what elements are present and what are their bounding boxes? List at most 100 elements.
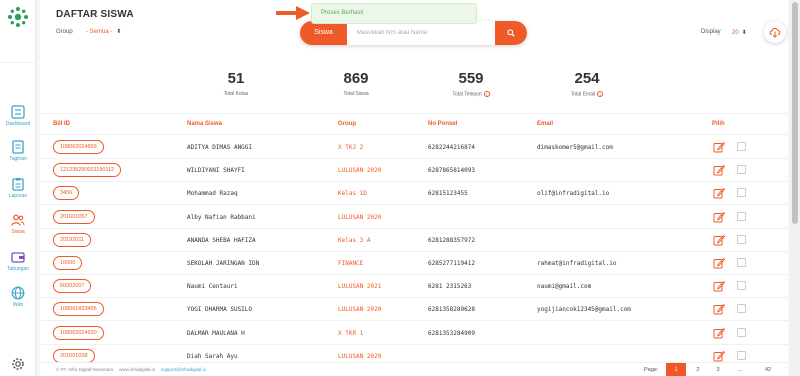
row-select-checkbox[interactable] [737, 304, 746, 314]
edit-icon[interactable] [713, 211, 725, 223]
row-select-checkbox[interactable] [737, 165, 746, 175]
table-row: 60002007 Naumi Centauri LULUSAN 2021 6281 2… [40, 275, 788, 299]
download-button[interactable] [764, 21, 786, 43]
edit-icon[interactable] [713, 280, 725, 292]
student-group: X TKJ 2 [338, 144, 364, 151]
wallet-icon [11, 252, 25, 263]
sidebar-item-dashboard[interactable]: Dashboard [0, 105, 36, 127]
column-header-group: Group [338, 121, 356, 127]
stat-value: 559 [458, 70, 484, 87]
search-button[interactable] [495, 21, 527, 45]
page-button-1[interactable]: 1 [666, 363, 686, 376]
student-group: LULUSAN 2020 [338, 306, 382, 314]
gear-icon[interactable] [11, 357, 25, 371]
student-phone: 6287865814093 [428, 167, 475, 175]
column-header-bill-id: Bill ID [53, 121, 71, 127]
row-select-checkbox[interactable] [737, 188, 746, 198]
student-group: LULUSAN 2021 [338, 283, 382, 291]
edit-icon[interactable] [713, 257, 725, 269]
column-header-nama-siswa: Nama Siswa [187, 121, 223, 127]
page-button-3[interactable]: 3 [708, 363, 728, 376]
edit-icon[interactable] [713, 234, 725, 246]
row-select-checkbox[interactable] [737, 211, 746, 221]
updown-caret-icon: ⬍ [116, 29, 122, 35]
group-filter-label: Group [56, 29, 73, 35]
edit-icon[interactable] [713, 141, 725, 153]
bill-id-badge[interactable]: 3456 [53, 186, 80, 201]
student-group: LULUSAN 2020 [338, 352, 382, 360]
search-type-tab[interactable]: Siswa [300, 21, 347, 45]
info-icon[interactable]: i [483, 91, 490, 97]
row-select-checkbox[interactable] [737, 258, 746, 267]
row-select-checkbox[interactable] [737, 142, 746, 151]
bill-id-badge[interactable]: 201601038 [53, 348, 95, 363]
support-email-link[interactable]: support@infradigital.io [161, 367, 206, 372]
student-phone: 6281 2315263 [428, 283, 472, 291]
student-email: naumi@gmail.com [537, 283, 592, 291]
page-button-last[interactable]: 42 [758, 363, 778, 376]
sidebar-divider [0, 62, 36, 63]
stat-total-siswa: 869 Total Siswa [306, 70, 406, 97]
row-select-checkbox[interactable] [737, 327, 746, 337]
stat-total-email: 254 Total Email i [537, 70, 637, 97]
website-link[interactable]: www.infradigital.io [119, 367, 155, 372]
sidebar-item-siswa[interactable]: Siswa [0, 213, 36, 235]
sidebar-item-web[interactable]: Web [0, 286, 36, 308]
display-count-label: Display [701, 29, 721, 35]
bill-id-badge[interactable]: 108062024920 [53, 325, 104, 340]
bill-id-badge[interactable]: 20192011 [53, 232, 92, 247]
bill-id-badge[interactable]: 108062024893 [53, 140, 104, 154]
bill-id-badge[interactable]: 12123529000119011​2 [53, 163, 122, 178]
edit-icon[interactable] [713, 327, 725, 339]
bill-id-badge[interactable]: 60002007 [53, 279, 92, 294]
column-header-no-ponsel: No Ponsel [428, 121, 458, 127]
group-filter-value: - Semua - [86, 29, 113, 35]
student-name: YOGI DHARMA SUSILO [187, 306, 253, 314]
edit-icon[interactable] [713, 303, 725, 315]
student-phone: 62815123455 [428, 190, 468, 198]
search-icon [507, 29, 515, 37]
edit-icon[interactable] [713, 187, 725, 199]
student-name: DALMAR MAULANA H [187, 329, 245, 337]
arrow-right-icon [276, 6, 310, 20]
page-title: DAFTAR SISWA [56, 9, 134, 20]
table-row: 12123529000119011​2 WILDIYANI SHAYFI LULUS… [40, 159, 788, 183]
search-input[interactable] [347, 21, 495, 45]
sidebar-item-tabungan[interactable]: Tabungan [0, 250, 36, 272]
student-email: dimaskomer5@gmail.com [537, 144, 613, 151]
pagination-label: Page: [644, 367, 659, 373]
row-select-checkbox[interactable] [737, 281, 746, 291]
student-name: SEKOLAH JARINGAN IDN [187, 260, 260, 267]
student-group: Kelas 1D [338, 190, 367, 198]
row-select-checkbox[interactable] [737, 234, 746, 244]
group-filter-select[interactable]: - Semua - ⬍ [86, 28, 121, 35]
bill-id-badge[interactable]: 10000 [53, 256, 83, 270]
dashboard-icon [11, 105, 25, 119]
sidebar-item-tagihan[interactable]: Tagihan [0, 140, 36, 162]
footer-info: © PT. Infra Digital Nusantara www.infradi… [56, 367, 206, 372]
edit-icon[interactable] [713, 350, 725, 362]
edit-icon[interactable] [713, 164, 725, 176]
stat-value: 51 [227, 70, 245, 87]
scrollbar-thumb[interactable] [792, 2, 798, 224]
app-logo-icon[interactable] [7, 6, 29, 28]
stat-caption: Total Email [570, 91, 596, 98]
bill-id-badge[interactable]: 108061823455 [53, 302, 104, 317]
users-icon [11, 214, 25, 226]
display-count-select[interactable]: 20 ⬍ [732, 29, 747, 36]
student-email: olif@infradigital.io [537, 190, 610, 198]
bill-id-badge[interactable]: 201601057 [53, 209, 95, 224]
sidebar-item-laporan[interactable]: Laporan [0, 177, 36, 199]
invoice-icon [12, 140, 24, 154]
student-group: LULUSAN 2020 [338, 167, 382, 175]
table-row: 10000 SEKOLAH JARINGAN IDN FINANCE 62852771… [40, 252, 788, 275]
student-phone: 6282244216874 [428, 144, 475, 151]
table-row: 108062024920 DALMAR MAULANA H X TKR 1 62813… [40, 322, 788, 345]
page-button-2[interactable]: 2 [688, 363, 708, 376]
info-icon[interactable]: i [597, 91, 604, 97]
vertical-scrollbar[interactable] [790, 0, 800, 376]
student-group: Kelas 3 A [338, 236, 371, 244]
student-name: WILDIYANI SHAYFI [187, 167, 245, 175]
student-group: X TKR 1 [338, 329, 364, 337]
row-select-checkbox[interactable] [737, 350, 746, 360]
